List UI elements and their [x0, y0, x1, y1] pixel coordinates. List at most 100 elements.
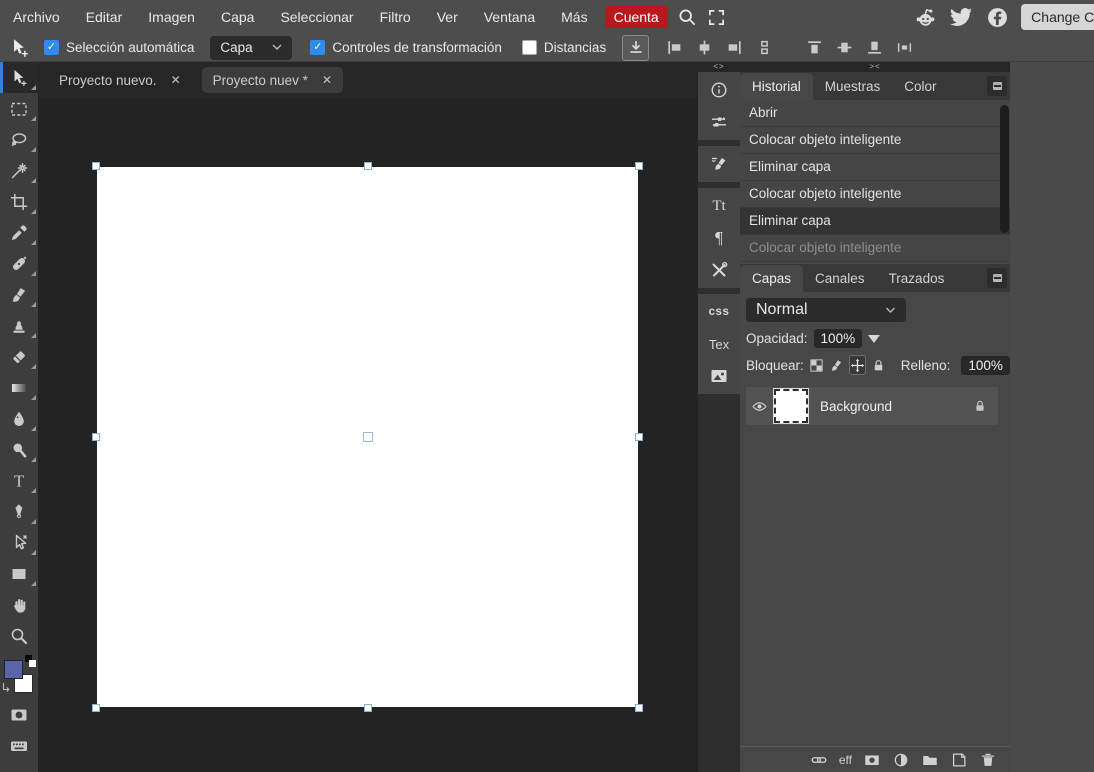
transform-handle-ne[interactable] — [635, 162, 643, 170]
menu-item[interactable]: Ventana — [471, 0, 548, 34]
character-panel-button[interactable]: Tt — [698, 190, 740, 222]
type-tool[interactable]: T — [0, 465, 38, 496]
brush-tool[interactable] — [0, 279, 38, 310]
layer-visibility-button[interactable] — [746, 398, 772, 415]
clone-stamp-tool[interactable] — [0, 310, 38, 341]
facebook-button[interactable] — [985, 5, 1009, 29]
zoom-tool[interactable] — [0, 620, 38, 651]
foreground-color-swatch[interactable] — [4, 660, 23, 679]
path-select-tool[interactable] — [0, 527, 38, 558]
search-button[interactable] — [672, 0, 702, 34]
align-left-button[interactable] — [659, 35, 689, 61]
close-icon[interactable]: ✕ — [322, 73, 332, 87]
history-item[interactable]: Eliminar capa — [740, 208, 1010, 235]
paragraph-panel-button[interactable]: ¶ — [698, 222, 740, 254]
menu-item[interactable]: Filtro — [367, 0, 424, 34]
transform-handle-sw[interactable] — [92, 704, 100, 712]
transform-controls-checkbox[interactable]: ✓ — [310, 40, 325, 55]
fullscreen-button[interactable] — [702, 0, 732, 34]
add-adjustment-button[interactable] — [892, 751, 910, 769]
text-props-panel-button[interactable]: Tex — [698, 328, 740, 360]
quick-mask-tool[interactable] — [0, 699, 38, 730]
new-group-button[interactable] — [921, 751, 939, 769]
transform-handle-e[interactable] — [635, 433, 643, 441]
history-item[interactable]: Colocar objeto inteligente — [740, 235, 1010, 262]
healing-brush-tool[interactable] — [0, 248, 38, 279]
history-panel-menu-button[interactable] — [987, 76, 1007, 96]
collapse-panels-button[interactable]: <> — [698, 62, 740, 72]
panel-tab[interactable]: Muestras — [813, 73, 893, 100]
layer-effects-button[interactable]: eff — [839, 753, 852, 767]
distribute-horizontal-button[interactable] — [889, 35, 919, 61]
transform-handle-w[interactable] — [92, 433, 100, 441]
align-center-horizontal-button[interactable] — [689, 35, 719, 61]
info-panel-button[interactable] — [698, 74, 740, 106]
layer-thumbnail[interactable] — [774, 389, 808, 423]
link-layers-button[interactable] — [810, 751, 828, 769]
close-icon[interactable]: ✕ — [171, 73, 181, 87]
align-bottom-button[interactable] — [859, 35, 889, 61]
delete-layer-button[interactable] — [979, 751, 997, 769]
transform-handle-center[interactable] — [363, 432, 373, 442]
eraser-tool[interactable] — [0, 341, 38, 372]
menu-item[interactable]: Editar — [73, 0, 136, 34]
lock-position-button[interactable] — [849, 355, 866, 375]
change-color-button[interactable]: Change Co — [1021, 4, 1094, 30]
canvas-area[interactable] — [38, 98, 698, 772]
history-item[interactable]: Eliminar capa — [740, 154, 1010, 181]
lasso-tool[interactable] — [0, 124, 38, 155]
lock-pixels-button[interactable] — [829, 356, 844, 374]
blur-tool[interactable] — [0, 403, 38, 434]
rectangle-tool[interactable] — [0, 558, 38, 589]
menu-item[interactable]: Cuenta — [605, 6, 668, 28]
panel-tab[interactable]: Trazados — [877, 265, 957, 292]
menu-item[interactable]: Capa — [208, 0, 267, 34]
panel-tab[interactable]: Canales — [803, 265, 877, 292]
transform-handle-se[interactable] — [635, 704, 643, 712]
distribute-vertical-button[interactable] — [749, 35, 779, 61]
menu-item[interactable]: Ver — [424, 0, 471, 34]
document-tab[interactable]: Proyecto nuev * ✕ — [202, 67, 343, 93]
magic-wand-tool[interactable] — [0, 155, 38, 186]
history-item[interactable]: Abrir — [740, 100, 1010, 127]
distances-checkbox[interactable] — [522, 40, 537, 55]
tools-panel-button[interactable] — [698, 254, 740, 286]
gradient-tool[interactable] — [0, 372, 38, 403]
panel-tab[interactable]: Historial — [740, 73, 813, 100]
transform-handle-n[interactable] — [364, 162, 372, 170]
transform-handle-nw[interactable] — [92, 162, 100, 170]
add-mask-button[interactable] — [863, 751, 881, 769]
move-tool[interactable] — [0, 62, 38, 93]
reddit-button[interactable] — [913, 5, 937, 29]
auto-select-checkbox[interactable]: ✓ — [44, 40, 59, 55]
opacity-value[interactable]: 100% — [814, 329, 863, 348]
image-panel-button[interactable] — [698, 360, 740, 392]
align-top-button[interactable] — [799, 35, 829, 61]
default-colors-white-swatch[interactable] — [29, 660, 36, 667]
panel-tab[interactable]: Color — [892, 73, 948, 100]
fill-value[interactable]: 100% — [961, 356, 1010, 375]
transform-handle-s[interactable] — [364, 704, 372, 712]
opacity-slider-icon[interactable] — [868, 335, 880, 343]
crop-tool[interactable] — [0, 186, 38, 217]
pen-tool[interactable] — [0, 496, 38, 527]
swap-colors-icon[interactable] — [2, 682, 11, 693]
history-item[interactable]: Colocar objeto inteligente — [740, 127, 1010, 154]
keyboard-shortcuts-tool[interactable] — [0, 730, 38, 761]
menu-item[interactable]: Imagen — [135, 0, 208, 34]
align-middle-vertical-button[interactable] — [829, 35, 859, 61]
lock-transparency-button[interactable] — [809, 356, 824, 374]
css-panel-button[interactable]: css — [698, 296, 740, 328]
panel-tab[interactable]: Capas — [740, 265, 803, 292]
lock-all-button[interactable] — [871, 356, 886, 374]
marquee-select-tool[interactable] — [0, 93, 38, 124]
properties-panel-button[interactable] — [698, 106, 740, 138]
menu-item[interactable]: Más — [548, 0, 600, 34]
eyedropper-tool[interactable] — [0, 217, 38, 248]
layer-row[interactable]: Background — [746, 387, 998, 425]
document-tab[interactable]: Proyecto nuevo. ✕ — [48, 67, 192, 93]
menu-item[interactable]: Archivo — [0, 0, 73, 34]
target-select-dropdown[interactable]: Capa — [210, 36, 292, 60]
history-item[interactable]: Colocar objeto inteligente — [740, 181, 1010, 208]
menu-item[interactable]: Seleccionar — [267, 0, 366, 34]
